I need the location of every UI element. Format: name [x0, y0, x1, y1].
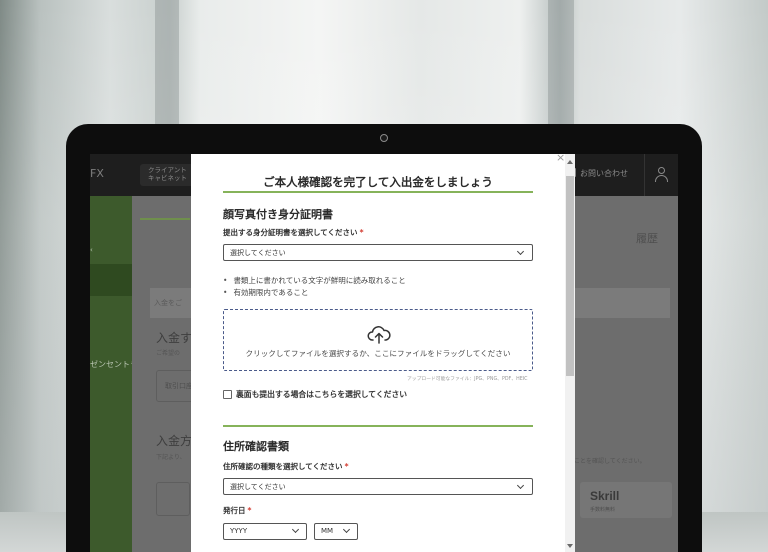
identity-requirements-list: 書類上に書かれている文字が鮮明に読み取れること 有効期限内であること — [223, 275, 406, 299]
skrill-payment-option[interactable]: Skrill 手数料無料 — [580, 482, 672, 518]
back-side-checkbox-label[interactable]: 裏面も提出する場合はこちらを選択してください — [236, 390, 407, 399]
list-item: 書類上に書かれている文字が鮮明に読み取れること — [223, 275, 405, 287]
identity-doc-type-label: 提出する身分証明書を選択してください * — [223, 227, 364, 238]
laptop-screen: FX クライアント キャビネット お問い合わせ ‹ ゼンセントラル 履歴 入金を… — [90, 154, 678, 552]
sidebar-item-active[interactable] — [90, 264, 132, 296]
chevron-down-icon — [516, 481, 525, 490]
card-payment-option[interactable] — [156, 482, 190, 516]
identity-section-title: 顔写真付き身分証明書 — [223, 208, 333, 221]
contact-label: お問い合わせ — [580, 169, 628, 178]
identity-doc-type-value: 選択してください — [230, 249, 286, 257]
sidebar-marker: ‹ — [90, 246, 93, 254]
contact-link[interactable]: お問い合わせ — [568, 168, 628, 179]
scroll-down-arrow-icon[interactable] — [567, 544, 573, 548]
app-logo: FX — [90, 167, 104, 180]
deposit-subtext: ご希望の — [156, 350, 181, 357]
required-mark: * — [247, 506, 252, 515]
user-icon — [658, 167, 665, 174]
modal-title: ご本人様確認を完了して入出金をしましょう — [263, 175, 493, 189]
file-dropzone[interactable]: クリックしてファイルを選択するか、ここにファイルをドラッグしてください — [223, 309, 533, 371]
list-item: 有効期限内であること — [223, 287, 406, 299]
section-divider — [223, 425, 533, 427]
deposit-method-subtext: 下記より、 — [156, 454, 186, 461]
modal-scrollbar[interactable] — [565, 154, 575, 552]
skrill-fee: 手数料無料 — [590, 507, 616, 513]
address-doc-type-label-text: 住所確認の種類を選択してください — [223, 462, 343, 471]
chevron-down-icon — [342, 525, 351, 534]
issue-date-label: 発行日 * — [223, 505, 251, 516]
webcam-icon — [380, 134, 388, 142]
chevron-down-icon — [516, 247, 525, 256]
verification-modal: × ご本人様確認を完了して入出金をしましょう 顔写真付き身分証明書 提出する身分… — [191, 154, 565, 552]
address-section-title: 住所確認書類 — [223, 440, 289, 453]
dropzone-text: クリックしてファイルを選択するか、ここにファイルをドラッグしてください — [245, 349, 511, 358]
issue-month-value: MM — [321, 527, 334, 535]
back-side-checkbox[interactable] — [223, 390, 232, 399]
cloud-upload-icon — [367, 326, 391, 344]
deposit-method-heading: 入金方 — [156, 434, 193, 448]
back-side-checkbox-row[interactable]: 裏面も提出する場合はこちらを選択してください — [223, 389, 407, 400]
required-mark: * — [359, 228, 364, 237]
deposit-heading: 入金す — [156, 331, 193, 345]
skrill-logo: Skrill — [590, 489, 620, 503]
dropzone-file-types-note: アップロード可能なファイル：JPG、PNG、PDF、HEIC — [407, 377, 528, 382]
address-doc-type-select[interactable]: 選択してください — [223, 478, 533, 495]
sidebar: ‹ ゼンセントラル — [90, 196, 146, 552]
title-underline — [223, 191, 533, 193]
deposit-method-subtext-right: ことを確認してください。 — [574, 458, 646, 465]
identity-doc-type-label-text: 提出する身分証明書を選択してください — [223, 228, 358, 237]
address-doc-type-value: 選択してください — [230, 483, 286, 491]
close-icon[interactable]: × — [556, 154, 565, 164]
issue-year-value: YYYY — [230, 527, 248, 535]
history-tab[interactable]: 履歴 — [636, 230, 658, 246]
issue-date-label-text: 発行日 — [223, 506, 246, 515]
tab-underline — [140, 218, 190, 220]
user-menu-button[interactable] — [644, 154, 678, 196]
issue-month-select[interactable]: MM — [314, 523, 358, 540]
address-doc-type-label: 住所確認の種類を選択してください * — [223, 461, 349, 472]
scrollbar-thumb[interactable] — [566, 176, 574, 376]
required-mark: * — [344, 462, 349, 471]
laptop-frame: FX クライアント キャビネット お問い合わせ ‹ ゼンセントラル 履歴 入金を… — [66, 124, 702, 552]
identity-doc-type-select[interactable]: 選択してください — [223, 244, 533, 261]
user-icon-body — [655, 175, 668, 182]
issue-year-select[interactable]: YYYY — [223, 523, 307, 540]
scroll-up-arrow-icon[interactable] — [567, 160, 573, 164]
chevron-down-icon — [291, 525, 300, 534]
